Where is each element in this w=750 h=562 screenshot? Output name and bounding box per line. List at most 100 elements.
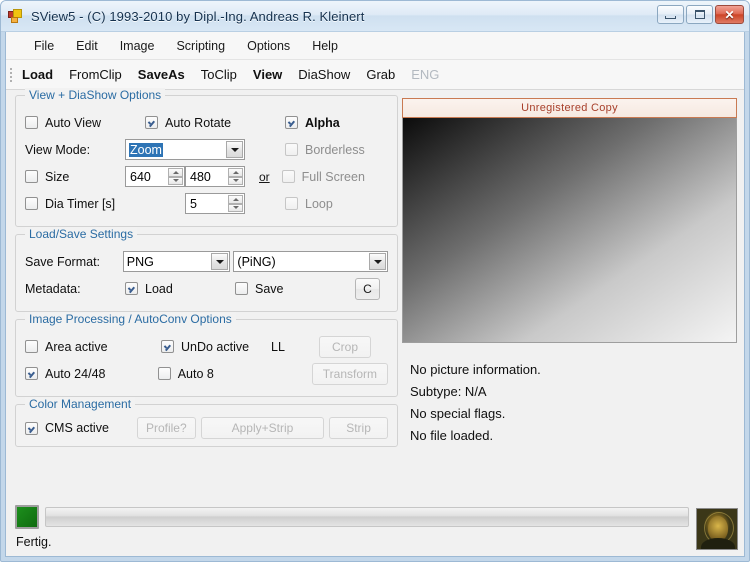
main-body: View + DiaShow Options Auto View Auto Ro… — [6, 88, 744, 502]
checkbox-auto-24-48[interactable]: Auto 24/48 — [25, 367, 158, 381]
menu-item-options[interactable]: Options — [236, 36, 301, 56]
menu-item-file[interactable]: File — [23, 36, 65, 56]
checkbox-label: UnDo active — [181, 339, 250, 354]
profile-button: Profile? — [136, 417, 196, 439]
progress-bar — [45, 507, 689, 527]
status-text: Fertig. — [16, 535, 52, 549]
row-save-format: Save Format: PNG (PiNG) — [25, 248, 388, 275]
checkbox-auto-8[interactable]: Auto 8 — [157, 367, 312, 381]
checkbox-metadata-save[interactable]: Save — [235, 282, 355, 296]
dia-timer-stepper[interactable]: 5 — [185, 193, 245, 214]
minimize-button[interactable] — [657, 5, 684, 24]
stepper-down-icon — [228, 176, 243, 185]
or-label: or — [259, 169, 270, 184]
checkbox-box — [161, 340, 174, 353]
row-autoview: Auto View Auto Rotate Alpha — [25, 109, 388, 136]
maximize-button[interactable] — [686, 5, 713, 24]
toolbar-saveas[interactable]: SaveAs — [130, 65, 193, 84]
checkbox-alpha[interactable]: Alpha — [285, 116, 340, 130]
size-height-stepper[interactable]: 480 — [185, 166, 245, 187]
row-cms: CMS active Profile? Apply+Strip Strip — [25, 416, 389, 440]
size-width-stepper[interactable]: 640 — [125, 166, 185, 187]
checkbox-auto-view[interactable]: Auto View — [25, 116, 145, 130]
image-info-block: No picture information. Subtype: N/A No … — [402, 359, 737, 447]
stepper-buttons[interactable] — [168, 168, 183, 185]
save-format-description-combo[interactable]: (PiNG) — [233, 251, 388, 272]
chevron-down-icon[interactable] — [226, 141, 243, 158]
ll-label: LL — [271, 339, 285, 354]
group-view-diashow-title: View + DiaShow Options — [25, 88, 166, 102]
chevron-down-icon[interactable] — [369, 253, 386, 270]
metadata-c-button[interactable]: C — [355, 277, 380, 300]
row-metadata: Metadata: Load Save C — [25, 275, 388, 302]
checkbox-loop[interactable]: Loop — [285, 197, 333, 211]
checkbox-box — [125, 282, 138, 295]
checkbox-full-screen[interactable]: Full Screen — [281, 169, 365, 184]
checkbox-box — [285, 197, 298, 210]
checkbox-auto-rotate[interactable]: Auto Rotate — [145, 116, 285, 130]
checkbox-box — [235, 282, 248, 295]
checkbox-borderless[interactable]: Borderless — [285, 143, 365, 157]
row-viewmode: View Mode: Zoom Borderless — [25, 136, 388, 163]
info-line-picture: No picture information. — [410, 362, 541, 377]
save-format-combo[interactable]: PNG — [122, 251, 231, 272]
preview-pane: Unregistered Copy No picture information… — [398, 90, 744, 502]
menu-item-scripting[interactable]: Scripting — [165, 36, 236, 56]
view-mode-label: View Mode: — [25, 142, 91, 157]
checkbox-label: Area active — [45, 339, 108, 354]
toolbar-fromclip[interactable]: FromClip — [61, 65, 130, 84]
checkbox-label: CMS active — [45, 421, 109, 435]
app-icon — [8, 8, 24, 24]
image-preview[interactable] — [402, 118, 737, 343]
checkbox-box — [25, 340, 38, 353]
checkbox-metadata-load[interactable]: Load — [125, 282, 235, 296]
view-mode-combo[interactable]: Zoom — [125, 139, 245, 160]
row-size: Size 640 480 or Full Screen — [25, 163, 388, 190]
checkbox-label: Loop — [305, 196, 333, 211]
checkbox-label: Dia Timer [s] — [45, 196, 116, 211]
chevron-down-icon[interactable] — [211, 253, 229, 270]
toolbar-diashow[interactable]: DiaShow — [290, 65, 358, 84]
checkbox-size[interactable]: Size — [25, 170, 125, 184]
strip-button: Strip — [329, 417, 389, 439]
close-button[interactable]: ✕ — [715, 5, 744, 24]
stepper-up-icon — [228, 168, 243, 177]
checkbox-box — [25, 116, 38, 129]
checkbox-label: Auto View — [45, 115, 102, 130]
row-diatimer: Dia Timer [s] 5 Loop — [25, 190, 388, 217]
client-area: File Edit Image Scripting Options Help L… — [5, 32, 745, 557]
checkbox-undo-active[interactable]: UnDo active — [161, 340, 271, 354]
checkbox-label: Auto Rotate — [165, 115, 232, 130]
info-line-flags: No special flags. — [410, 406, 506, 421]
crop-button: Crop — [319, 335, 371, 358]
info-line-file: No file loaded. — [410, 428, 494, 443]
checkbox-label: Full Screen — [301, 169, 365, 184]
stepper-up-icon — [168, 168, 183, 177]
status-row — [15, 502, 744, 532]
stepper-buttons[interactable] — [228, 168, 243, 185]
size-height-value: 480 — [190, 169, 211, 184]
toolbar-grab[interactable]: Grab — [358, 65, 403, 84]
menu-item-image[interactable]: Image — [109, 36, 166, 56]
stepper-buttons[interactable] — [228, 195, 243, 212]
toolbar-view[interactable]: View — [245, 65, 290, 84]
toolbar-load[interactable]: Load — [14, 65, 61, 84]
close-icon: ✕ — [724, 7, 735, 22]
menu-bar: File Edit Image Scripting Options Help — [6, 32, 744, 60]
checkbox-box — [285, 116, 298, 129]
toolbar: Load FromClip SaveAs ToClip View DiaShow… — [6, 60, 744, 90]
checkbox-cms-active[interactable]: CMS active — [25, 421, 137, 435]
group-load-save-title: Load/Save Settings — [25, 227, 138, 241]
options-pane: View + DiaShow Options Auto View Auto Ro… — [6, 88, 398, 502]
checkbox-area-active[interactable]: Area active — [25, 340, 161, 354]
menu-item-edit[interactable]: Edit — [65, 36, 109, 56]
toolbar-eng: ENG — [411, 67, 440, 82]
thumbnail-preview[interactable] — [696, 508, 738, 550]
toolbar-toclip[interactable]: ToClip — [193, 65, 245, 84]
group-view-diashow-options: View + DiaShow Options Auto View Auto Ro… — [15, 88, 398, 227]
menu-item-help[interactable]: Help — [301, 36, 349, 56]
group-image-processing-title: Image Processing / AutoConv Options — [25, 312, 236, 326]
checkbox-box — [285, 143, 298, 156]
stepper-up-icon — [228, 195, 243, 204]
checkbox-dia-timer[interactable]: Dia Timer [s] — [25, 197, 185, 211]
